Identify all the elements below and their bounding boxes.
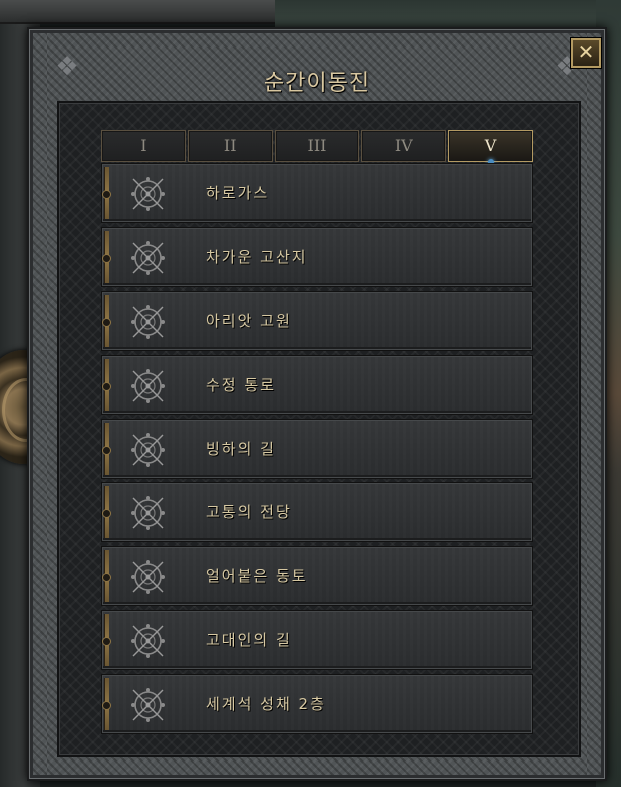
row-rail (102, 486, 111, 539)
waypoint-row[interactable]: 고통의 전당 (101, 482, 533, 543)
row-rail (102, 358, 111, 411)
waypoint-rune-icon (131, 304, 165, 339)
background-scenery (275, 0, 605, 30)
waypoint-row[interactable]: 차가운 고산지 (101, 226, 533, 287)
row-rail (102, 422, 111, 475)
waypoint-rune-icon (131, 368, 165, 403)
waypoint-rune-icon (131, 240, 165, 275)
waypoint-label: 고대인의 길 (206, 631, 292, 650)
waypoint-rune-icon (131, 496, 165, 531)
row-rail (102, 678, 111, 731)
tab-act-3[interactable]: III (274, 130, 360, 162)
waypoint-window: ❖ ❖ ❖ ❖ 순간이동진 ✕ I II III IV V 하로가스 (27, 27, 607, 781)
row-rail (102, 550, 111, 603)
row-rail (102, 230, 111, 283)
waypoint-label: 아리앗 고원 (206, 311, 292, 330)
window-title: 순간이동진 (263, 71, 371, 96)
background-top-frame (0, 0, 275, 24)
close-icon: ✕ (577, 40, 595, 64)
tab-act-1[interactable]: I (101, 130, 186, 162)
waypoint-label: 차가운 고산지 (206, 247, 308, 266)
waypoint-row[interactable]: 세계석 성채 2층 (101, 674, 533, 735)
title-bar: 순간이동진 (59, 59, 575, 99)
waypoint-rune-icon (131, 177, 165, 211)
waypoint-row[interactable]: 하로가스 (101, 163, 533, 223)
waypoint-row[interactable]: 빙하의 길 (101, 418, 533, 479)
waypoint-label: 고통의 전당 (206, 503, 292, 522)
waypoint-row[interactable]: 고대인의 길 (101, 610, 533, 671)
waypoint-label: 하로가스 (206, 184, 270, 202)
act-tabs: I II III IV V (101, 130, 533, 165)
waypoint-label: 얼어붙은 동토 (206, 567, 308, 586)
waypoint-list: 하로가스 차가운 고산지 아리앗 고원 수정 통로 빙하의 길 고통의 전당 얼… (101, 163, 533, 738)
waypoint-rune-icon (131, 432, 165, 467)
tab-act-5[interactable]: V (448, 130, 533, 165)
waypoint-row[interactable]: 수정 통로 (101, 354, 533, 415)
close-button[interactable]: ✕ (571, 38, 601, 68)
row-rail (102, 614, 111, 667)
waypoint-label: 빙하의 길 (206, 439, 276, 458)
waypoint-label: 수정 통로 (206, 375, 276, 394)
waypoint-label: 세계석 성채 2층 (206, 695, 326, 714)
waypoint-row[interactable]: 얼어붙은 동토 (101, 546, 533, 607)
waypoint-rune-icon (131, 560, 165, 595)
waypoint-row[interactable]: 아리앗 고원 (101, 290, 533, 351)
waypoint-rune-icon (131, 688, 165, 723)
row-rail (102, 167, 111, 219)
waypoint-rune-icon (131, 624, 165, 659)
tab-act-2[interactable]: II (187, 130, 273, 162)
row-rail (102, 294, 111, 347)
tab-act-4[interactable]: IV (361, 130, 447, 162)
